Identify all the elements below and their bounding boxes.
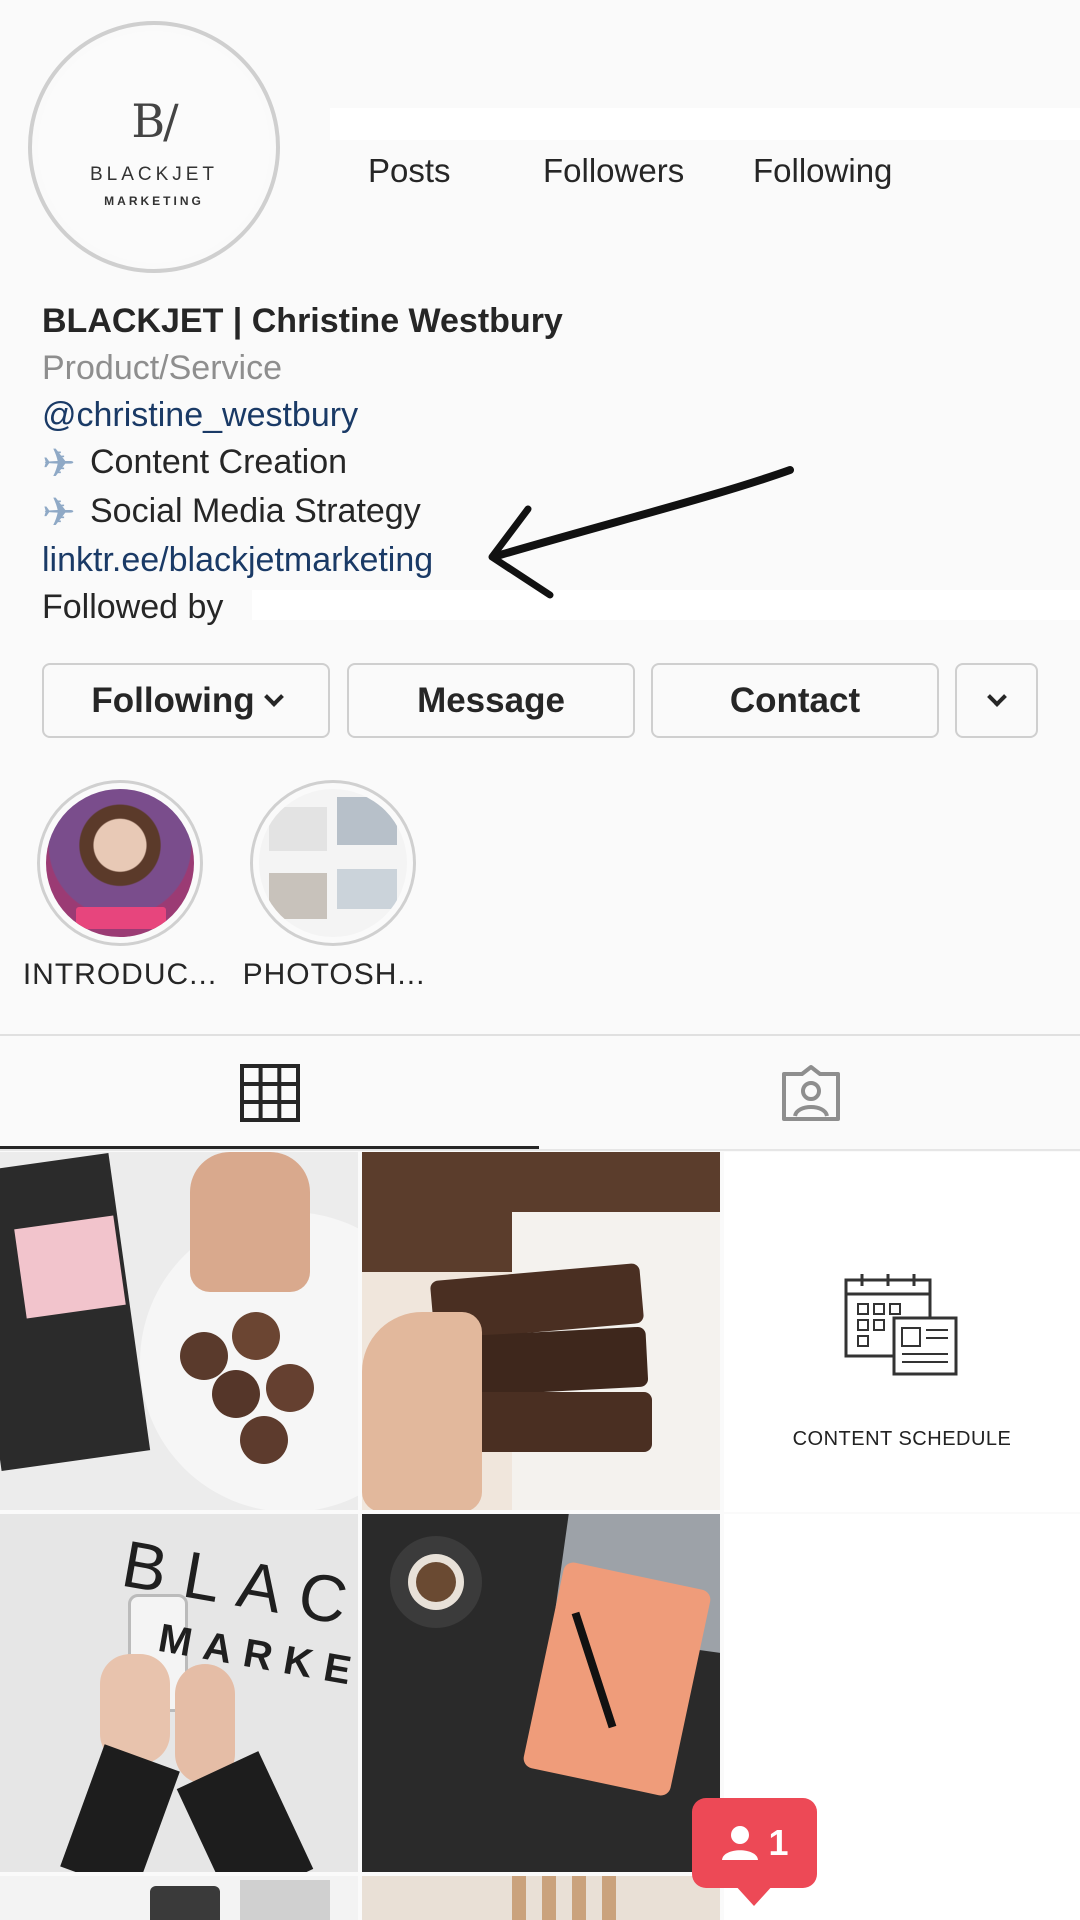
following-button[interactable]: Following [42,663,330,738]
post-thumbnail[interactable] [0,1876,358,1920]
notification-count: 1 [768,1822,789,1863]
followers-stat[interactable]: Followers [543,152,684,190]
new-follower-notification[interactable]: 1 [692,1798,817,1888]
highlight-cover-portrait [46,789,194,937]
chevron-down-icon [986,686,1007,707]
contact-button[interactable]: Contact [651,663,939,738]
highlight-photoshoot[interactable] [250,780,416,946]
profile-category: Product/Service [42,349,282,387]
highlight-label: INTRODUC... [22,958,218,991]
logo-word: BLACKJET [89,164,219,185]
tile-caption: CONTENT SCHEDULE [792,1428,1012,1450]
post-content-schedule[interactable]: CONTENT SCHEDULE [724,1152,1080,1512]
posts-stat[interactable]: Posts [368,152,451,190]
post-thumbnail[interactable] [0,1152,358,1510]
annotation-arrow-icon [488,466,794,599]
post-thumbnail[interactable] [362,1876,720,1920]
chevron-down-icon [263,686,284,707]
person-icon [722,1826,759,1860]
profile-handle[interactable]: @christine_westbury [42,392,1042,439]
profile-name: BLACKJET | Christine Westbury [42,302,563,340]
tab-tagged[interactable] [541,1036,1080,1150]
post-thumbnail[interactable] [362,1514,720,1872]
redacted-stats-numbers [330,108,1080,140]
suggested-accounts-button[interactable] [955,663,1038,738]
message-button[interactable]: Message [347,663,635,738]
profile-stats: Posts Followers Following [340,152,940,192]
tagged-icon [781,1065,840,1121]
notification-tail [734,1884,774,1906]
avatar-logo: B/ BLACKJET MARKETING [38,31,270,263]
logo-subword: MARKETING [104,194,204,208]
calendar-icon [844,1274,958,1376]
divider [0,1149,1080,1151]
tab-posts-grid[interactable] [0,1036,539,1150]
following-stat[interactable]: Following [753,152,892,190]
logo-mark: B/ [131,94,178,148]
profile-avatar[interactable]: B/ BLACKJET MARKETING [28,21,280,273]
post-thumbnail[interactable] [362,1152,720,1510]
airplane-icon: ✈ [42,491,76,535]
highlight-label: PHOTOSH... [242,958,426,991]
airplane-icon: ✈ [42,442,76,486]
highlight-cover-collage [259,789,407,937]
grid-icon [239,1064,300,1122]
highlight-introduction[interactable] [37,780,203,946]
